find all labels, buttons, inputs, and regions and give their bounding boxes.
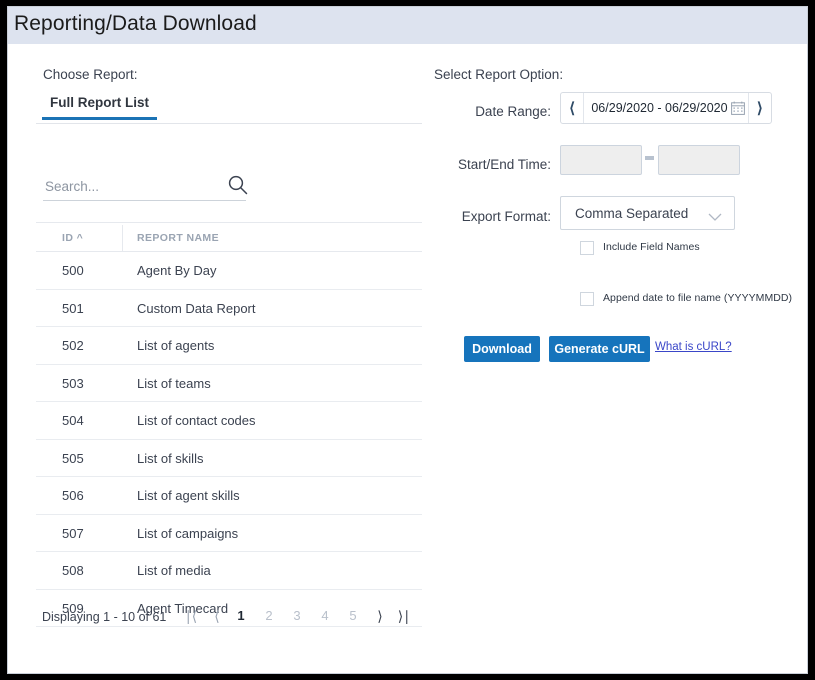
date-range-value[interactable]: 06/29/2020 - 06/29/2020	[584, 93, 727, 123]
pagination-page-2[interactable]: 2	[261, 608, 277, 623]
pagination-first-button[interactable]: ∣⟨	[183, 608, 199, 625]
column-header-id[interactable]: ID ^	[62, 232, 83, 244]
report-tabstrip: Full Report List	[36, 95, 422, 124]
cell-id: 505	[62, 450, 84, 466]
cell-report-name: List of teams	[137, 375, 211, 391]
page-title: Reporting/Data Download	[14, 12, 257, 35]
generate-curl-button[interactable]: Generate cURL	[549, 336, 650, 362]
search-input[interactable]	[43, 174, 208, 198]
table-row[interactable]: 501 Custom Data Report	[36, 290, 422, 327]
table-row[interactable]: 506 List of agent skills	[36, 477, 422, 515]
report-option-panel: Select Report Option: Date Range: ⟨ 06/2…	[428, 46, 807, 673]
cell-id: 501	[62, 300, 84, 316]
column-header-report-name[interactable]: REPORT NAME	[137, 232, 219, 244]
table-row[interactable]: 508 List of media	[36, 552, 422, 590]
table-header-row: ID ^ REPORT NAME	[36, 222, 422, 252]
cell-report-name: List of campaigns	[137, 525, 239, 541]
append-date-label: Append date to file name (YYYYMMDD)	[603, 292, 793, 304]
tab-full-report-list[interactable]: Full Report List	[42, 95, 157, 120]
time-range-separator	[645, 156, 654, 160]
table-row[interactable]: 504 List of contact codes	[36, 402, 422, 440]
download-button[interactable]: Download	[464, 336, 540, 362]
chevron-down-icon	[708, 209, 722, 227]
chevron-left-icon[interactable]: ⟨	[561, 93, 585, 123]
chevron-right-icon[interactable]: ⟩	[747, 93, 771, 123]
start-time-input[interactable]	[560, 145, 642, 175]
cell-id: 504	[62, 413, 84, 428]
date-range-control: ⟨ 06/29/2020 - 06/29/2020 ⟩	[560, 92, 772, 124]
choose-report-panel: Choose Report: Full Report List ID	[8, 46, 428, 673]
table-row[interactable]: 505 List of skills	[36, 440, 422, 477]
pagination-next-button[interactable]: ⟩	[372, 608, 388, 625]
select-report-option-label: Select Report Option:	[434, 67, 564, 82]
table-body: 500 Agent By Day 501 Custom Data Report 502 L…	[36, 252, 422, 627]
cell-id: 500	[62, 263, 84, 278]
start-end-time-label: Start/End Time:	[457, 157, 551, 172]
search-icon[interactable]	[227, 174, 249, 196]
export-format-select[interactable]: Comma Separated	[560, 196, 735, 230]
cell-id: 503	[62, 375, 84, 391]
date-range-label: Date Range:	[475, 104, 551, 119]
pagination-page-1[interactable]: 1	[233, 608, 249, 623]
table-row[interactable]: 503 List of teams	[36, 365, 422, 402]
cell-id: 508	[62, 563, 84, 578]
pagination-page-3[interactable]: 3	[289, 608, 305, 623]
report-search	[43, 174, 249, 201]
pagination-last-button[interactable]: ⟩∣	[396, 608, 412, 625]
displaying-count-label: Displaying 1 - 10 of 61	[42, 610, 167, 624]
column-divider	[122, 225, 123, 251]
calendar-icon[interactable]	[728, 93, 748, 123]
content-area: Choose Report: Full Report List ID	[8, 46, 807, 673]
choose-report-label: Choose Report:	[43, 67, 138, 82]
pagination-bar: Displaying 1 - 10 of 61 ∣⟨ ⟨ 1 2 3 4 5 ⟩…	[36, 606, 422, 636]
include-field-names-checkbox[interactable]	[580, 241, 594, 255]
table-row[interactable]: 500 Agent By Day	[36, 252, 422, 290]
table-row[interactable]: 507 List of campaigns	[36, 515, 422, 552]
cell-report-name: List of media	[137, 563, 211, 578]
export-format-label: Export Format:	[461, 209, 551, 224]
append-date-checkbox[interactable]	[580, 292, 594, 306]
pagination-page-4[interactable]: 4	[317, 608, 333, 623]
pagination-page-5[interactable]: 5	[345, 608, 361, 623]
include-field-names-label: Include Field Names	[603, 241, 700, 253]
cell-id: 506	[62, 488, 84, 503]
export-format-value: Comma Separated	[575, 206, 689, 221]
title-bar: Reporting/Data Download	[8, 7, 807, 45]
table-row[interactable]: 502 List of agents	[36, 327, 422, 365]
app-window: Reporting/Data Download Choose Report: F…	[7, 6, 808, 674]
cell-report-name: Agent By Day	[137, 263, 217, 278]
cell-report-name: List of contact codes	[137, 413, 256, 428]
report-table: ID ^ REPORT NAME 500 Agent By Day 501 Custo…	[36, 222, 422, 627]
pagination-prev-button[interactable]: ⟨	[209, 608, 225, 625]
cell-report-name: List of skills	[137, 450, 204, 466]
what-is-curl-link[interactable]: What is cURL?	[655, 341, 732, 353]
cell-report-name: List of agents	[137, 338, 215, 353]
cell-report-name: List of agent skills	[137, 488, 240, 503]
cell-report-name: Custom Data Report	[137, 300, 256, 316]
cell-id: 502	[62, 338, 84, 353]
end-time-input[interactable]	[658, 145, 740, 175]
cell-id: 507	[62, 525, 84, 541]
